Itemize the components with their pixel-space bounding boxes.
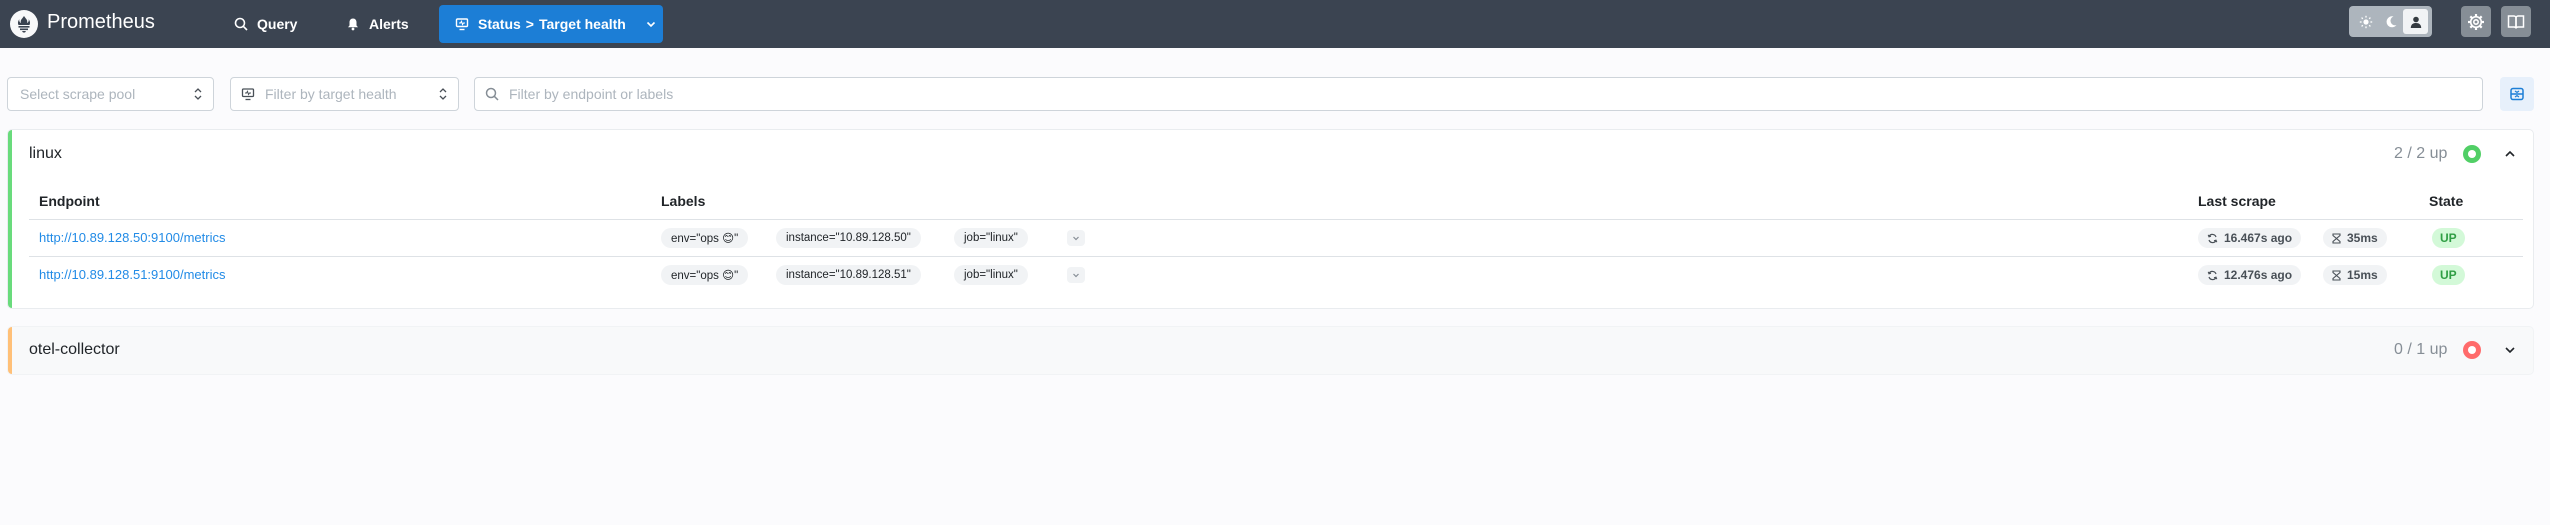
sun-icon[interactable] [2353,9,2378,34]
label-badge: env="ops 😊" [661,265,749,285]
scrape-duration-value: 35ms [2347,231,2378,245]
endpoint-search-placeholder: Filter by endpoint or labels [509,86,674,102]
nav-status-label: Status [478,16,521,32]
nav-status-dropdown[interactable]: Status > Target health [439,5,663,43]
label-badge: instance="10.89.128.50" [776,228,921,248]
scrape-duration-badge: 35ms [2323,228,2387,248]
docs-button[interactable] [2501,6,2531,37]
nav-status-page: Target health [538,16,626,32]
col-header-labels: Labels [661,193,706,209]
endpoint-link[interactable]: http://10.89.128.51:9100/metrics [39,267,225,282]
target-health-select[interactable]: Filter by target health [230,77,459,111]
chevron-updown-icon [194,88,202,100]
label-badge: job="linux" [954,228,1028,248]
scrape-duration-value: 15ms [2347,268,2378,282]
hourglass-icon [2332,269,2341,281]
pool-health-accent [8,327,12,374]
show-more-labels-button[interactable] [1067,230,1085,246]
status-error-icon [2463,341,2481,359]
hourglass-icon [2332,232,2341,244]
label-badge: instance="10.89.128.51" [776,265,921,285]
scrape-pool-linux: linux 2 / 2 up Endpoint Labels Last scra… [7,129,2534,309]
table-row: http://10.89.128.50:9100/metrics env="op… [29,220,2523,256]
state-badge: UP [2432,228,2465,248]
prometheus-logo-icon[interactable] [10,10,38,38]
settings-button[interactable] [2461,6,2491,37]
theme-switcher [2349,6,2432,37]
pool-up-count: 2 / 2 up [2394,145,2448,162]
scrape-pool-select[interactable]: Select scrape pool [7,77,214,111]
chevron-up-icon[interactable] [2502,146,2518,162]
pool-name[interactable]: linux [29,145,62,163]
nav-query-label: Query [257,16,298,32]
scrape-duration-badge: 15ms [2323,265,2387,285]
scrape-pool-placeholder: Select scrape pool [20,86,136,102]
col-header-endpoint: Endpoint [39,193,100,209]
layout-rows-icon [2510,87,2524,101]
bell-icon [348,18,358,31]
state-badge: UP [2432,265,2465,285]
last-scrape-badge: 12.476s ago [2198,265,2302,285]
pool-health-accent [8,130,12,308]
search-icon [234,17,248,31]
status-ok-icon [2463,145,2481,163]
chevron-down-icon [1073,236,1079,241]
endpoint-link[interactable]: http://10.89.128.50:9100/metrics [39,230,225,245]
target-health-placeholder: Filter by target health [265,86,397,102]
monitor-icon [455,18,469,31]
refresh-icon [2207,270,2218,280]
top-navbar: Prometheus Query Alerts Status > Target … [0,0,2550,48]
chevron-down-icon [646,21,655,28]
refresh-icon [2207,233,2218,243]
pool-up-count: 0 / 1 up [2394,341,2448,358]
chevron-updown-icon [439,88,447,100]
chevron-down-icon [1073,273,1079,278]
col-header-last-scrape: Last scrape [2198,193,2276,209]
pool-name[interactable]: otel-collector [29,341,120,359]
book-icon [2507,14,2525,29]
scrape-pool-otel-collector[interactable]: otel-collector 0 / 1 up [7,326,2534,375]
brand-title[interactable]: Prometheus [47,11,155,34]
monitor-icon [241,88,255,101]
endpoint-search-input[interactable]: Filter by endpoint or labels [474,77,2483,111]
nav-alerts[interactable]: Alerts [346,5,409,43]
nav-status-separator: > [525,16,534,32]
user-icon[interactable] [2403,9,2428,34]
moon-icon[interactable] [2378,9,2403,34]
nav-query[interactable]: Query [234,5,297,43]
search-icon [485,87,499,101]
last-scrape-value: 12.476s ago [2224,268,2293,282]
expand-collapse-all-button[interactable] [2500,77,2534,111]
table-row: http://10.89.128.51:9100/metrics env="op… [29,257,2523,293]
last-scrape-badge: 16.467s ago [2198,228,2302,248]
gear-icon [2468,13,2484,30]
label-badge: job="linux" [954,265,1028,285]
nav-alerts-label: Alerts [369,16,409,32]
show-more-labels-button[interactable] [1067,267,1085,283]
label-badge: env="ops 😊" [661,228,749,248]
last-scrape-value: 16.467s ago [2224,231,2293,245]
chevron-down-icon[interactable] [2502,342,2518,358]
col-header-state: State [2429,193,2464,209]
